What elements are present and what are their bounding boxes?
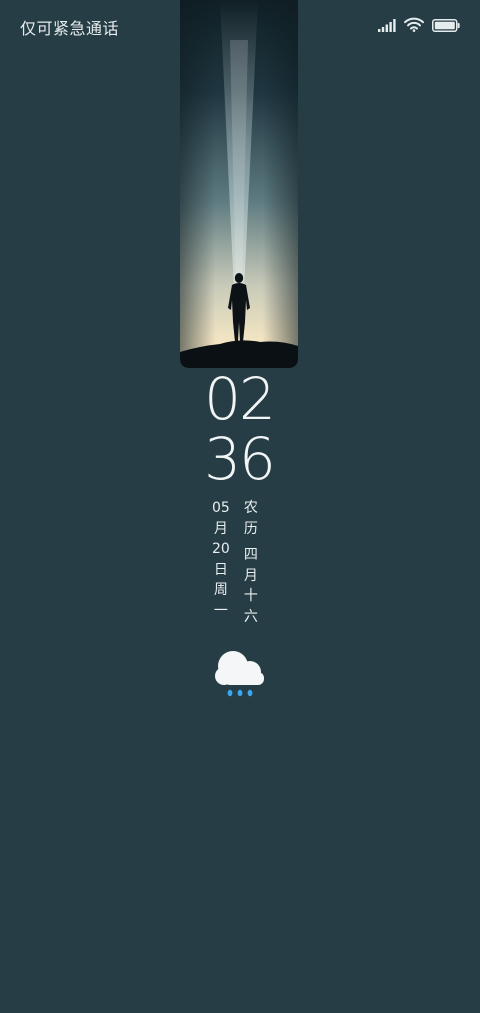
day-number: 20 <box>212 541 230 557</box>
lunar-day-2: 六 <box>243 608 258 625</box>
carrier-status-text: 仅可紧急通话 <box>20 19 120 38</box>
rain-cloud-icon <box>215 651 264 697</box>
wifi-icon <box>404 17 424 36</box>
month-number: 05 <box>212 500 230 516</box>
lunar-label-2: 历 <box>243 520 258 537</box>
weekday-char-2: 一 <box>213 602 228 619</box>
clock: 02 36 <box>180 370 298 490</box>
lunar-label-1: 农 <box>243 500 258 516</box>
person-in-light-beam-wallpaper <box>180 0 298 368</box>
weather-widget[interactable] <box>212 648 268 700</box>
day-char: 日 <box>213 561 228 578</box>
status-icons <box>378 17 460 36</box>
month-char: 月 <box>213 520 228 537</box>
wallpaper-card[interactable] <box>180 0 298 368</box>
gregorian-date: 05 月 20 日 周 一 <box>212 498 230 627</box>
date-display: 05 月 20 日 周 一 农 历 四 月 十 六 <box>212 498 258 627</box>
lunar-month-1: 四 <box>243 547 258 563</box>
clock-hours: 02 <box>204 365 276 433</box>
clock-minutes: 36 <box>204 425 276 493</box>
weekday-char-1: 周 <box>213 582 228 598</box>
lunar-date: 农 历 四 月 十 六 <box>244 498 258 627</box>
lunar-day-1: 十 <box>243 588 258 604</box>
signal-icon <box>378 17 396 36</box>
lunar-month-2: 月 <box>243 567 258 584</box>
battery-icon <box>432 17 460 36</box>
